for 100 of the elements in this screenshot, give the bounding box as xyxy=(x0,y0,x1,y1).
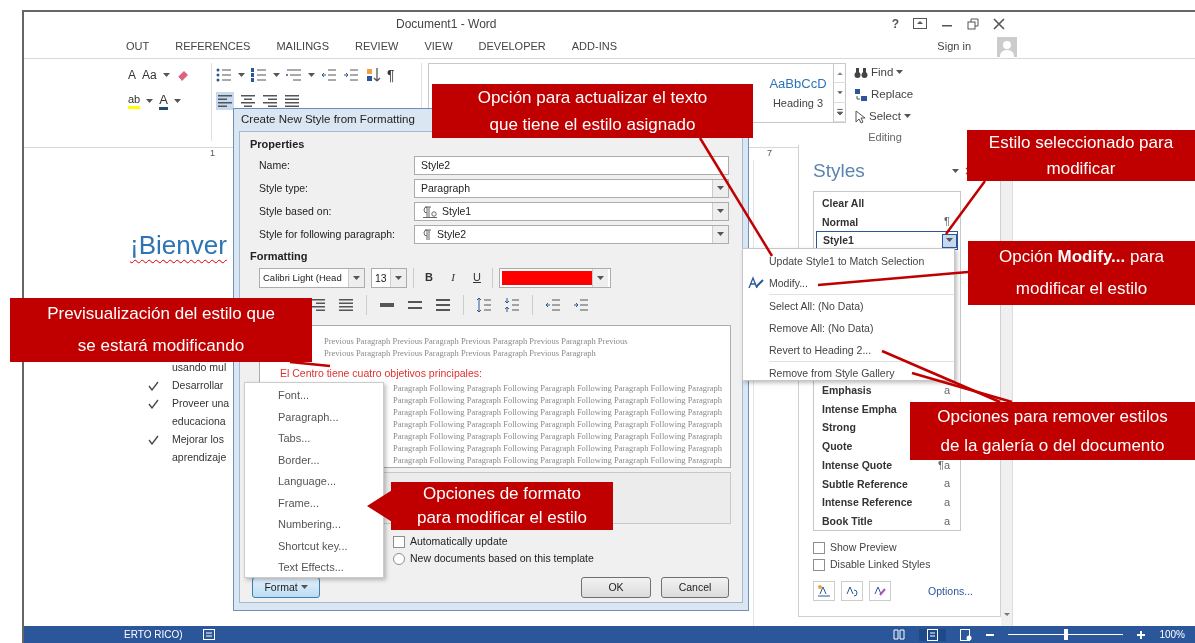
sort-icon[interactable] xyxy=(365,67,381,83)
style-sample[interactable]: AaBbCcD xyxy=(769,75,827,92)
menu-item[interactable]: Revert to Heading 2... xyxy=(743,339,954,361)
change-case-button[interactable]: Aa xyxy=(142,67,157,83)
double-spacing-icon[interactable] xyxy=(435,297,451,313)
restore-icon[interactable] xyxy=(967,18,979,30)
checkbox[interactable] xyxy=(813,541,825,554)
menu-item[interactable]: Select All: (No Data) xyxy=(743,295,954,317)
dropdown-field[interactable]: Style2 xyxy=(414,225,729,244)
style-list-item[interactable]: Quote xyxy=(816,437,861,456)
menu-item[interactable]: Update Style1 to Match Selection xyxy=(743,250,954,272)
dictionary-icon[interactable] xyxy=(202,629,215,640)
menu-item[interactable]: Text Effects... xyxy=(245,557,383,579)
align-right-icon[interactable] xyxy=(262,93,278,109)
print-layout-icon[interactable] xyxy=(927,628,939,641)
field-label: Style for following paragraph: xyxy=(259,228,396,241)
menu-item[interactable]: Border... xyxy=(245,449,383,471)
options-link[interactable]: Options... xyxy=(928,584,973,598)
web-layout-icon[interactable] xyxy=(960,628,973,641)
ribbon-tab[interactable]: REFERENCES xyxy=(173,38,253,56)
ribbon-tab[interactable]: REVIEW xyxy=(353,38,401,56)
align-center-icon[interactable] xyxy=(240,93,256,109)
menu-item[interactable]: Remove All: (No Data) xyxy=(743,317,954,339)
increase-spacing-icon[interactable] xyxy=(476,297,492,313)
menu-item[interactable]: Paragraph... xyxy=(245,406,383,428)
style-list-item[interactable]: Book Title a xyxy=(816,511,958,531)
cancel-button[interactable]: Cancel xyxy=(661,576,729,598)
show-formatting-button[interactable]: ¶ xyxy=(387,66,395,84)
highlight-button[interactable]: ab xyxy=(128,92,141,110)
style-list-item[interactable]: Subtle Reference a xyxy=(816,474,958,494)
font-color-button[interactable]: A xyxy=(159,91,168,111)
preview-text: Paragraph Following Paragraph Following Paragraph Following Paragraph Following Paragraph xyxy=(393,382,723,395)
justify-icon[interactable] xyxy=(284,93,300,109)
manage-styles-button[interactable] xyxy=(869,581,891,601)
numbering-icon[interactable] xyxy=(251,67,267,83)
slider-thumb[interactable] xyxy=(1063,629,1068,640)
ribbon-tab[interactable]: ADD-INS xyxy=(569,38,619,56)
menu-item[interactable]: Shortcut key... xyxy=(245,535,383,557)
style-list-item[interactable]: Normal ¶ xyxy=(816,212,958,232)
editing-button[interactable]: Select xyxy=(854,107,916,126)
close-icon[interactable] xyxy=(993,18,1005,30)
editing-button[interactable]: Replace xyxy=(854,85,916,104)
language-status[interactable]: ERTO RICO) xyxy=(124,628,183,641)
bold-button[interactable]: B xyxy=(420,271,438,285)
ribbon-tab[interactable]: VIEW xyxy=(422,38,455,56)
bullets-icon[interactable] xyxy=(216,67,232,83)
radio-button[interactable] xyxy=(393,552,405,565)
grow-font-button[interactable]: A xyxy=(128,67,136,83)
sign-in-link[interactable]: Sign in xyxy=(937,40,971,54)
checkbox[interactable] xyxy=(813,558,825,571)
ok-button[interactable]: OK xyxy=(581,576,651,598)
checkbox[interactable] xyxy=(393,535,405,548)
align-right-icon[interactable] xyxy=(310,297,326,313)
menu-item[interactable]: Tabs... xyxy=(245,428,383,450)
eraser-icon[interactable] xyxy=(175,68,190,82)
dropdown-field[interactable]: Style1 xyxy=(414,202,729,221)
dropdown-arrow-icon xyxy=(717,209,724,214)
binoculars-icon xyxy=(854,66,868,79)
align-left-icon[interactable] xyxy=(217,93,233,109)
style-name: Normal xyxy=(822,215,859,229)
style-type-marker: ¶a xyxy=(937,458,950,472)
ribbon-tab[interactable]: DEVELOPER xyxy=(476,38,548,56)
justify-icon[interactable] xyxy=(338,297,354,313)
menu-item[interactable]: Font... xyxy=(245,385,383,407)
font-dropdown[interactable]: Calibri Light (Head xyxy=(259,268,365,288)
help-button[interactable]: ? xyxy=(891,16,899,32)
new-style-icon xyxy=(817,585,831,597)
zoom-level[interactable]: 100% xyxy=(1159,628,1185,641)
decrease-spacing-icon[interactable] xyxy=(504,297,520,313)
dropdown-field[interactable]: Paragraph xyxy=(414,179,729,198)
underline-button[interactable]: U xyxy=(468,271,486,285)
style-inspector-button[interactable] xyxy=(841,581,863,601)
name-field[interactable]: Style2 xyxy=(414,156,729,175)
preview-text: Paragraph Following Paragraph Following Paragraph Following Paragraph Following Paragraph xyxy=(393,430,723,443)
format-button[interactable]: Format xyxy=(252,576,320,598)
ribbon-display-icon[interactable] xyxy=(913,18,927,30)
ribbon-tab[interactable]: OUT xyxy=(124,38,152,56)
style-name[interactable]: Heading 3 xyxy=(772,97,824,111)
zoom-in-icon[interactable] xyxy=(1137,630,1146,639)
section-label: Properties xyxy=(250,138,306,152)
italic-button[interactable]: I xyxy=(444,271,462,285)
ruler-number: 7 xyxy=(767,148,773,160)
ribbon-tab[interactable]: MAILINGS xyxy=(274,38,331,56)
style-list-item[interactable]: Intense Reference a xyxy=(816,493,958,512)
checkbox-label: Disable Linked Styles xyxy=(830,558,931,571)
style-list-item[interactable]: Strong xyxy=(816,418,864,438)
style-list-item[interactable]: Emphasis a xyxy=(816,381,958,400)
new-style-button[interactable] xyxy=(813,581,835,601)
multilevel-list-icon[interactable] xyxy=(286,67,302,83)
style-list-item[interactable]: Intense Empha xyxy=(816,399,905,419)
preview-text: Paragraph Following Paragraph Following Paragraph Following Paragraph Following Paragraph xyxy=(393,454,723,467)
menu-item[interactable]: Remove from Style Gallery xyxy=(743,362,954,384)
font-color-dropdown[interactable] xyxy=(499,268,611,288)
font-size-dropdown[interactable]: 13 xyxy=(371,268,407,288)
read-mode-icon[interactable] xyxy=(893,629,906,640)
style-type-marker: a xyxy=(943,495,950,510)
editing-button[interactable]: Find xyxy=(854,63,916,82)
style-list-item[interactable]: Clear All xyxy=(816,194,873,213)
callout-note: Opción para actualizar el texto que tiene el estilo asignado xyxy=(432,84,753,138)
menu-item[interactable]: Modify... xyxy=(743,272,954,294)
